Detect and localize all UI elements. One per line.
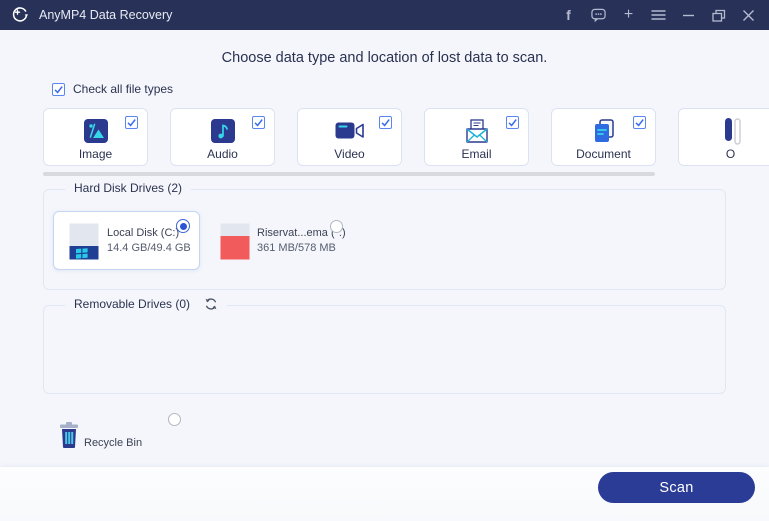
drive-capacity: 361 MB/578 MB — [257, 242, 336, 254]
drive-c-radio[interactable] — [176, 219, 190, 233]
file-type-tile-audio[interactable]: Audio — [170, 108, 275, 166]
feedback-icon[interactable] — [591, 8, 606, 23]
file-type-label: Video — [334, 147, 365, 161]
audio-icon — [210, 116, 236, 146]
removable-drives-section: Removable Drives (0) — [43, 297, 726, 394]
file-type-row: Image Audio Video Email Document O — [43, 108, 769, 168]
drive-reserved-radio[interactable] — [330, 220, 343, 233]
restore-icon[interactable] — [711, 8, 726, 23]
email-icon — [464, 116, 490, 146]
add-icon[interactable]: + — [621, 7, 636, 23]
recycle-bin-radio[interactable] — [168, 413, 181, 426]
check-all-checkbox[interactable] — [52, 82, 65, 96]
document-checkbox[interactable] — [633, 116, 646, 129]
recycle-bin-icon[interactable] — [57, 421, 81, 454]
file-type-label: Image — [78, 147, 113, 161]
file-type-tile-image[interactable]: Image — [43, 108, 148, 166]
page-title: Choose data type and location of lost da… — [221, 50, 548, 66]
close-icon[interactable] — [741, 8, 756, 23]
email-checkbox[interactable] — [506, 116, 519, 129]
file-type-label: Document — [576, 147, 631, 161]
check-all-file-types[interactable]: Check all file types — [52, 82, 173, 96]
file-type-label: Email — [461, 147, 492, 161]
document-icon — [592, 116, 616, 146]
refresh-icon[interactable] — [204, 297, 218, 311]
file-type-label: Audio — [207, 147, 238, 161]
drive-local-disk-c[interactable]: Local Disk (C:) 14.4 GB/49.4 GB — [53, 211, 200, 270]
drive-capacity: 14.4 GB/49.4 GB — [107, 242, 191, 254]
hard-disk-drives-section: Hard Disk Drives (2) Local Disk (C:) 14.… — [43, 181, 726, 290]
anymp4-data-recovery-window: AnyMP4 Data Recovery f + Choose data typ… — [0, 0, 769, 521]
window-title: AnyMP4 Data Recovery — [39, 8, 173, 22]
app-logo-icon — [11, 6, 29, 24]
check-all-label: Check all file types — [73, 82, 174, 96]
file-type-tile-others[interactable]: O — [678, 108, 769, 166]
drive-system-reserved[interactable]: Riservat...ema (*:) 361 MB/578 MB — [210, 211, 360, 270]
drive-name: Local Disk (C:) — [107, 227, 180, 239]
file-type-tile-email[interactable]: Email — [424, 108, 529, 166]
video-icon — [335, 116, 365, 146]
facebook-icon[interactable]: f — [561, 8, 576, 23]
recycle-bin-label: Recycle Bin — [84, 437, 143, 449]
titlebar: AnyMP4 Data Recovery f + — [0, 0, 769, 30]
image-checkbox[interactable] — [125, 116, 138, 129]
file-type-scrollbar[interactable] — [43, 172, 655, 176]
others-icon — [719, 116, 743, 146]
hard-disk-drives-label: Hard Disk Drives (2) — [74, 181, 183, 195]
image-icon — [83, 116, 109, 146]
scan-button[interactable]: Scan — [598, 472, 755, 503]
hard-disk-drives-legend: Hard Disk Drives (2) — [65, 181, 192, 195]
minimize-icon[interactable] — [681, 8, 696, 23]
menu-icon[interactable] — [651, 8, 666, 23]
removable-drives-label: Removable Drives (0) — [74, 297, 191, 311]
audio-checkbox[interactable] — [252, 116, 265, 129]
video-checkbox[interactable] — [379, 116, 392, 129]
file-type-label: O — [725, 147, 736, 161]
local-disk-icon — [69, 223, 99, 265]
file-type-tile-document[interactable]: Document — [551, 108, 656, 166]
reserved-disk-icon — [220, 223, 250, 265]
file-type-tile-video[interactable]: Video — [297, 108, 402, 166]
